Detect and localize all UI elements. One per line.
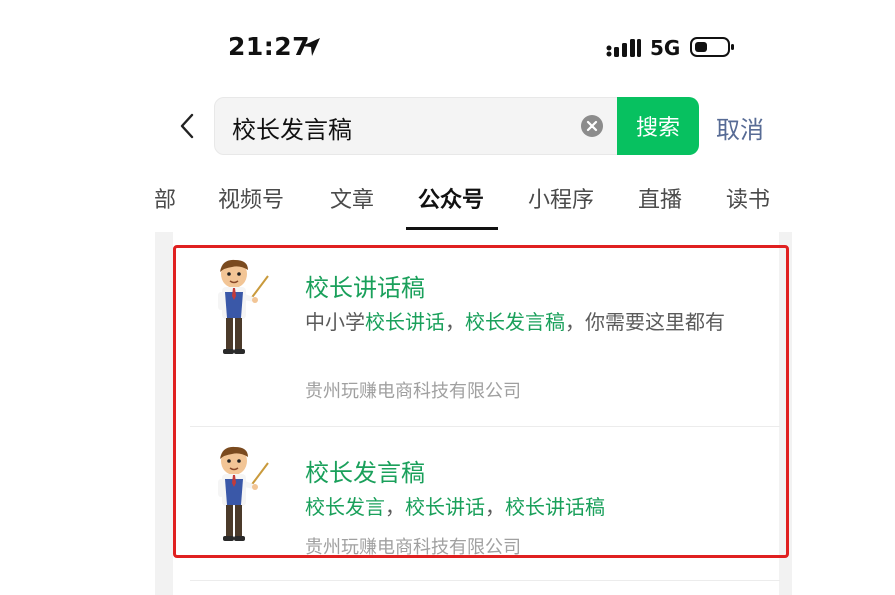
- tab-channels[interactable]: 视频号: [218, 182, 284, 214]
- annotation-highlight-box: [173, 245, 789, 558]
- tab-books[interactable]: 读书: [726, 182, 770, 214]
- location-arrow-icon: [302, 38, 320, 56]
- tab-partial-all[interactable]: 部: [154, 182, 176, 214]
- status-time: 21:27: [228, 32, 311, 61]
- panel-gutter: [155, 232, 173, 595]
- active-tab-indicator: [406, 227, 498, 230]
- search-button[interactable]: 搜索: [617, 97, 699, 155]
- clear-icon[interactable]: [580, 114, 604, 138]
- search-query-text[interactable]: 校长发言稿: [232, 110, 352, 145]
- battery-icon: [690, 37, 734, 57]
- tab-articles[interactable]: 文章: [330, 182, 374, 214]
- cancel-button[interactable]: 取消: [716, 110, 764, 145]
- network-type: 5G: [650, 36, 681, 60]
- back-chevron-icon[interactable]: [176, 112, 200, 140]
- tab-live[interactable]: 直播: [638, 182, 682, 214]
- tab-mini-programs[interactable]: 小程序: [528, 182, 594, 214]
- signal-icon: [606, 39, 641, 57]
- result-divider: [190, 580, 780, 581]
- tab-official-accounts[interactable]: 公众号: [418, 182, 484, 214]
